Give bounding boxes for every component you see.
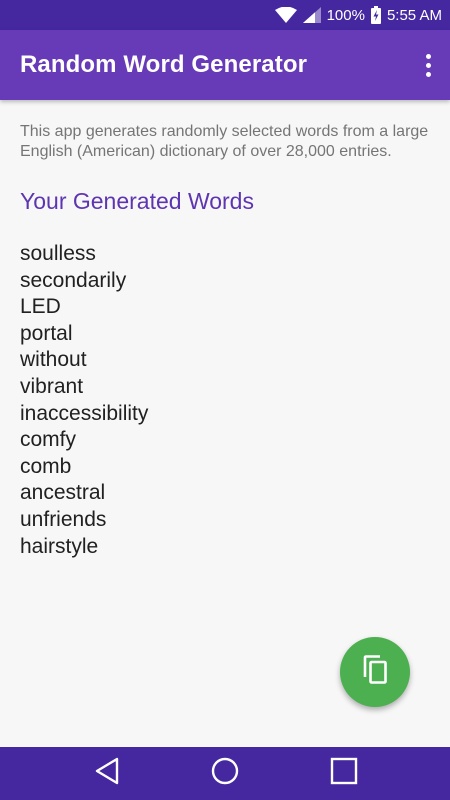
menu-dot [425, 62, 431, 68]
app-title: Random Word Generator [20, 51, 308, 78]
word-item: portal [20, 321, 73, 345]
word-item: unfriends [20, 507, 107, 531]
word-item: comfy [20, 428, 77, 452]
generated-words-heading: Your Generated Words [20, 188, 254, 214]
recents-button[interactable] [309, 747, 379, 800]
copy-words-button[interactable] [340, 637, 410, 707]
word-item: LED [20, 295, 61, 319]
word-item: comb [20, 454, 72, 478]
word-list: soulless secondarily LED portal without … [20, 241, 430, 560]
back-icon [94, 757, 120, 790]
home-button[interactable] [190, 747, 260, 800]
copy-icon [362, 654, 388, 690]
status-bar: 100% 5:55 AM [0, 0, 450, 30]
word-item: hairstyle [20, 534, 99, 558]
wifi-icon [274, 7, 297, 23]
recents-icon [330, 757, 358, 790]
home-icon [211, 757, 239, 790]
word-item: soulless [20, 242, 96, 265]
status-icons: 100% 5:55 AM [274, 0, 442, 30]
menu-dot [425, 53, 431, 59]
app-bar: Random Word Generator [0, 30, 450, 100]
word-item: ancestral [20, 481, 106, 505]
overflow-menu-icon[interactable] [416, 47, 440, 83]
system-nav-bar [0, 747, 450, 800]
battery-charging-icon [370, 6, 381, 24]
cell-signal-icon [302, 7, 321, 23]
word-item: inaccessibility [20, 401, 149, 425]
menu-dot [425, 71, 431, 77]
word-item: secondarily [20, 268, 127, 292]
app-description: This app generates randomly selected wor… [20, 123, 429, 160]
battery-percent: 100% [326, 6, 365, 24]
word-item: without [20, 348, 87, 372]
word-item: vibrant [20, 374, 84, 398]
back-button[interactable] [72, 747, 142, 800]
clock: 5:55 AM [386, 6, 442, 24]
main-content: This app generates randomly selected wor… [20, 122, 430, 560]
